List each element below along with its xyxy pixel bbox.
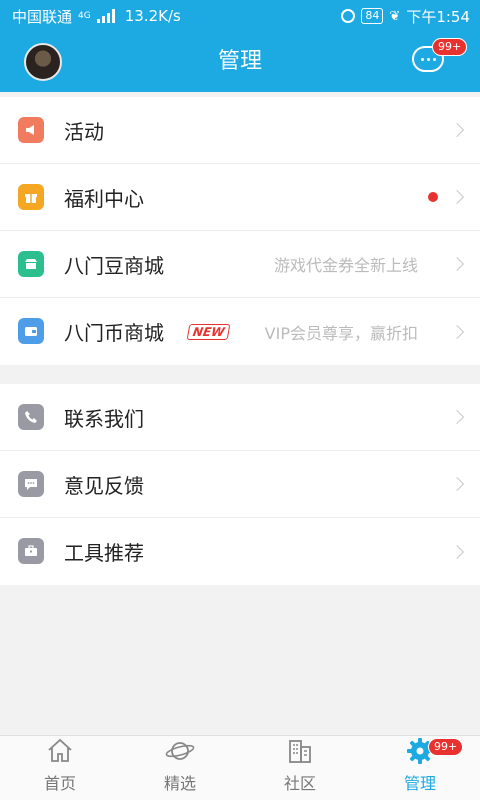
planet-icon	[165, 742, 195, 760]
menu-item-contact-us[interactable]: 联系我们	[0, 384, 480, 451]
toolbox-icon	[18, 538, 44, 564]
menu-item-feedback[interactable]: 意见反馈	[0, 451, 480, 518]
menu-item-subtitle: VIP会员尊享，赢折扣	[264, 323, 418, 343]
home-icon	[48, 738, 72, 762]
menu-item-label: 福利中心	[64, 186, 144, 211]
chevron-right-icon	[449, 122, 465, 138]
top-header: 管理 99+	[0, 32, 480, 92]
tab-label: 首页	[43, 774, 76, 793]
tab-label: 社区	[283, 774, 316, 793]
wallet-icon	[18, 318, 44, 344]
menu-item-label: 八门豆商城	[64, 253, 164, 278]
feedback-icon	[18, 471, 44, 497]
leaf-icon: ❦	[389, 8, 401, 24]
menu-item-subtitle: 游戏代金券全新上线	[273, 256, 418, 275]
menu-item-bean-store[interactable]: 八门豆商城 游戏代金券全新上线	[0, 231, 480, 298]
net-speed: 13.2K/s	[124, 7, 181, 25]
menu-item-tool-recommend[interactable]: 工具推荐	[0, 518, 480, 585]
carrier-label: 中国联通	[12, 7, 73, 26]
tab-manage[interactable]: 管理 99+	[360, 736, 480, 800]
tab-featured[interactable]: 精选	[120, 736, 240, 800]
chevron-right-icon	[449, 324, 465, 339]
menu-item-label: 意见反馈	[64, 473, 144, 498]
menu-item-coin-store[interactable]: 八门币商城 NEW VIP会员尊享，赢折扣	[0, 298, 480, 365]
menu-group-secondary: 联系我们 意见反馈 工具推荐	[0, 384, 480, 585]
chevron-right-icon	[449, 256, 465, 272]
battery-level: 84	[365, 9, 380, 22]
store-icon	[18, 251, 44, 277]
messages-button[interactable]: 99+	[412, 38, 468, 76]
status-bar: 中国联通 4G 13.2K/s 84 ❦ 下午1:54	[0, 0, 480, 32]
megaphone-icon	[18, 117, 44, 143]
message-count-badge: 99+	[432, 38, 468, 56]
gift-icon	[18, 184, 44, 210]
tab-label: 精选	[163, 774, 196, 793]
menu-item-label: 工具推荐	[64, 541, 144, 565]
page-title: 管理	[217, 49, 262, 74]
network-type: 4G	[78, 11, 91, 21]
chevron-right-icon	[449, 544, 465, 559]
phone-icon	[18, 404, 44, 430]
menu-item-label: 活动	[64, 119, 104, 144]
tab-badge: 99+	[428, 738, 464, 756]
clock: 下午1:54	[406, 7, 470, 26]
notification-dot	[428, 192, 438, 202]
chevron-right-icon	[449, 409, 465, 425]
new-tag: NEW	[186, 323, 231, 340]
chevron-right-icon	[449, 189, 465, 205]
tab-community[interactable]: 社区	[240, 736, 360, 800]
menu-item-activities[interactable]: 活动	[0, 97, 480, 164]
signal-icon	[96, 9, 115, 23]
tab-home[interactable]: 首页	[0, 736, 120, 800]
menu-item-label: 八门币商城	[64, 321, 164, 345]
menu-group-primary: 活动 福利中心 八门豆商城 游戏代金券全新上线 八门币商城 NEW VIP会员尊…	[0, 97, 480, 365]
chevron-right-icon	[449, 476, 465, 492]
alarm-icon	[341, 9, 356, 23]
menu-item-welfare-center[interactable]: 福利中心	[0, 164, 480, 231]
bottom-tab-bar: 首页 精选 社区 管理 99+	[0, 735, 480, 800]
battery-icon: 84	[361, 8, 384, 24]
tab-label: 管理	[403, 774, 436, 793]
buildings-icon	[289, 740, 311, 763]
menu-item-label: 联系我们	[64, 406, 144, 431]
